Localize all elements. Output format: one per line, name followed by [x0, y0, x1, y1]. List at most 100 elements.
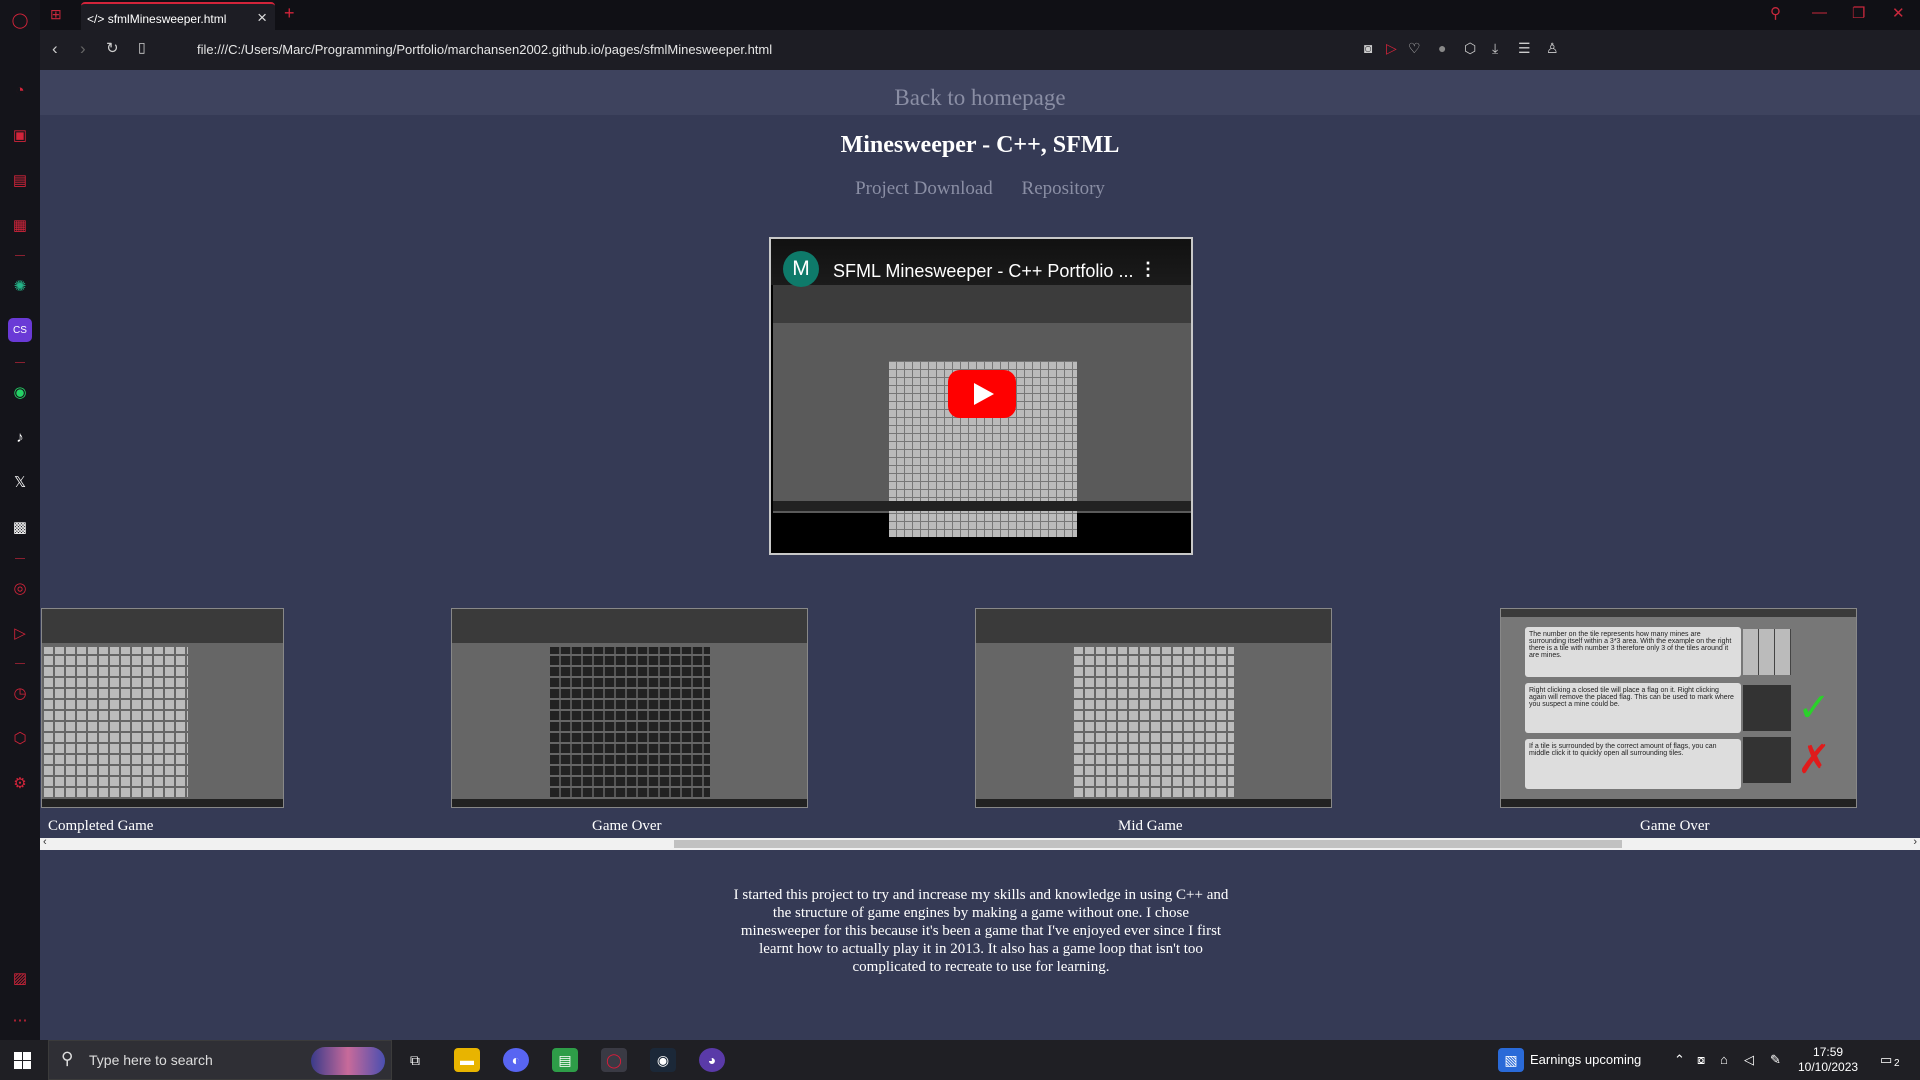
more-icon[interactable]: ⋯	[8, 1008, 32, 1032]
project-links: Project Download Repository	[40, 178, 1920, 200]
notepad-icon[interactable]: ▤	[552, 1048, 578, 1072]
sidebar-divider	[15, 558, 25, 559]
screenshot-gallery: Completed Game Game Over Mid Game The nu…	[40, 608, 1920, 834]
tray-chevron-icon[interactable]: ⌃	[1674, 1052, 1685, 1068]
gallery-icon[interactable]: ▨	[8, 966, 32, 990]
send-icon[interactable]: ▷	[8, 621, 32, 645]
gallery-scrollbar[interactable]: ‹ ›	[40, 836, 1920, 850]
project-download-link[interactable]: Project Download	[855, 178, 993, 199]
image-header	[1501, 609, 1856, 617]
youtube-embed[interactable]: M SFML Minesweeper - C++ Portfolio ... ⋮	[769, 237, 1193, 555]
search-highlight-image	[311, 1047, 385, 1075]
close-window-icon[interactable]: ✕	[1892, 4, 1905, 22]
checkmark-icon: ✓	[1797, 686, 1831, 730]
network-icon[interactable]: ⌂	[1720, 1052, 1728, 1067]
task-view-icon[interactable]: ⧉	[402, 1048, 428, 1072]
pen-icon[interactable]: ✎	[1770, 1052, 1781, 1068]
history-icon[interactable]: ◷	[8, 681, 32, 705]
game-icon[interactable]: ▦	[8, 213, 32, 237]
video-menu-icon[interactable]: ⋮	[1139, 259, 1157, 280]
back-icon[interactable]: ‹	[52, 39, 58, 59]
file-explorer-icon[interactable]: ▬	[454, 1048, 480, 1072]
url-field[interactable]: file:///C:/Users/Marc/Programming/Portfo…	[197, 42, 772, 57]
x-icon[interactable]: 𝕏	[8, 470, 32, 494]
notification-icon[interactable]: ▭	[1880, 1052, 1892, 1068]
clock-date: 10/10/2023	[1798, 1060, 1859, 1074]
play-button-icon[interactable]	[948, 370, 1016, 418]
restore-icon[interactable]: ❐	[1852, 4, 1865, 22]
whatsapp-icon[interactable]: ◉	[8, 380, 32, 404]
shopping-icon[interactable]: ▣	[8, 123, 32, 147]
back-to-homepage-link[interactable]: Back to homepage	[40, 85, 1920, 111]
gallery-caption: Mid Game	[1118, 818, 1183, 834]
settings-icon[interactable]: ⚙	[8, 771, 32, 795]
cube-icon[interactable]: ⬡	[1464, 40, 1476, 57]
cross-icon: ✗	[1797, 738, 1831, 782]
scroll-left-icon[interactable]: ‹	[43, 836, 47, 848]
web-page: Back to homepage Minesweeper - C++, SFML…	[40, 70, 1920, 1040]
search-icon: ⚲	[61, 1049, 74, 1068]
discord-taskbar-icon[interactable]: ◐	[503, 1048, 529, 1072]
gallery-image[interactable]	[451, 608, 808, 808]
github-icon[interactable]: ◕	[699, 1048, 725, 1072]
minimize-icon[interactable]: —	[1812, 4, 1827, 21]
easy-setup-icon[interactable]: ☰	[1518, 40, 1531, 57]
news-icon[interactable]: ▧	[1498, 1048, 1524, 1072]
opera-taskbar-icon[interactable]: ◯	[601, 1048, 627, 1072]
channel-avatar[interactable]: M	[783, 251, 819, 287]
windows-start-icon[interactable]	[14, 1052, 31, 1069]
profile-icon[interactable]: ♙	[1546, 40, 1559, 57]
speed-dial-icon[interactable]: ◔	[8, 78, 32, 102]
help-panel: The number on the tile represents how ma…	[1525, 627, 1761, 803]
sidebar-divider	[15, 255, 25, 256]
image-grid-lines	[550, 647, 710, 797]
taskbar-search[interactable]: ⚲ Type here to search	[48, 1040, 392, 1080]
search-placeholder: Type here to search	[89, 1052, 213, 1068]
opera-logo-icon[interactable]: ◯	[8, 8, 32, 32]
gallery-image[interactable]	[41, 608, 284, 808]
avatar-toolbar-icon[interactable]: ●	[1438, 40, 1446, 56]
extensions-icon[interactable]: ⬡	[8, 726, 32, 750]
snapshot-icon[interactable]: ◙	[1364, 40, 1372, 56]
new-tab-icon[interactable]: +	[284, 3, 295, 24]
gallery-caption: Game Over	[592, 818, 662, 834]
gallery-image[interactable]	[975, 608, 1332, 808]
flag-example-grid	[1743, 685, 1791, 731]
steam-icon[interactable]: ◉	[650, 1048, 676, 1072]
send-toolbar-icon[interactable]: ▷	[1386, 40, 1397, 57]
example-grid	[1743, 629, 1791, 675]
image-grid-lines	[1074, 647, 1234, 797]
heart-icon[interactable]: ♡	[1408, 40, 1421, 57]
scroll-right-icon[interactable]: ›	[1913, 836, 1917, 848]
discord-icon[interactable]: ▩	[8, 515, 32, 539]
repository-link[interactable]: Repository	[1022, 178, 1105, 199]
project-description: I started this project to try and increa…	[733, 887, 1229, 975]
video-title[interactable]: SFML Minesweeper - C++ Portfolio ...	[833, 261, 1133, 282]
help-text-flags: Right clicking a closed tile will place …	[1525, 683, 1741, 733]
download-icon[interactable]: ⤓	[1492, 40, 1498, 57]
browser-sidebar: ◯ ◔ ▣ ▤ ▦ ✺ CS ◉ ♪ 𝕏 ▩ ◎ ▷ ◷ ⬡ ⚙ ▨ ⋯	[0, 0, 40, 1040]
tiktok-icon[interactable]: ♪	[8, 425, 32, 449]
player-icon[interactable]: ◎	[8, 576, 32, 600]
reload-icon[interactable]: ↻	[106, 39, 119, 57]
gallery-image[interactable]: The number on the tile represents how ma…	[1500, 608, 1857, 808]
volume-icon[interactable]: ◁	[1744, 1052, 1754, 1068]
news-ticker[interactable]: Earnings upcoming	[1530, 1052, 1641, 1067]
help-text-numbers: The number on the tile represents how ma…	[1525, 627, 1741, 677]
windows-taskbar: ⚲ Type here to search ⧉ ▬ ◐ ▤ ◯ ◉ ◕ ▧ Ea…	[0, 1040, 1920, 1080]
search-tabs-icon[interactable]: ⚲	[1770, 4, 1781, 22]
close-tab-icon[interactable]: ×	[257, 8, 267, 28]
meet-icon[interactable]: ⧇	[1697, 1052, 1705, 1068]
tab-code-icon: </>	[87, 12, 105, 26]
scrollbar-thumb[interactable]	[674, 840, 1622, 848]
system-clock[interactable]: 17:59 10/10/2023	[1798, 1045, 1858, 1075]
tab-active[interactable]: </> sfmlMinesweeper.html ×	[81, 2, 275, 30]
image-footer	[1501, 799, 1856, 807]
cs-icon[interactable]: CS	[8, 318, 32, 342]
forward-icon[interactable]: ›	[80, 39, 86, 59]
clock-time: 17:59	[1813, 1045, 1844, 1059]
workspace-icon[interactable]: ⊞	[50, 6, 62, 23]
chatgpt-icon[interactable]: ✺	[8, 274, 32, 298]
twitch-icon[interactable]: ▤	[8, 168, 32, 192]
image-grid-lines	[44, 647, 188, 797]
